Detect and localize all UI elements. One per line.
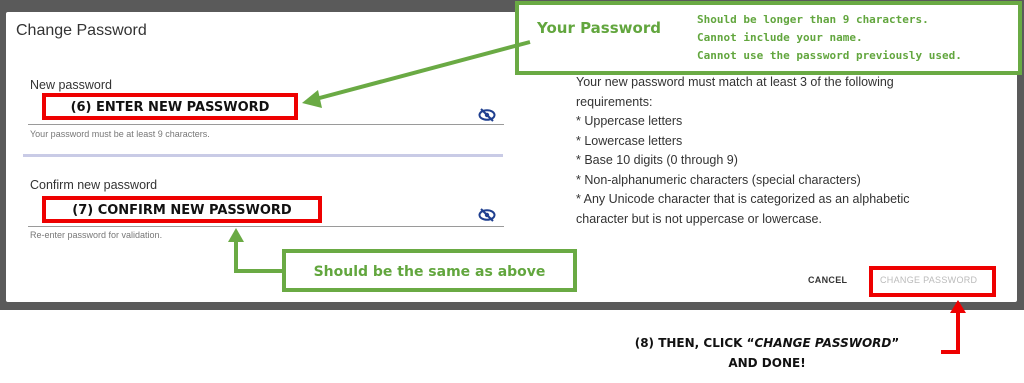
annotation-arrows xyxy=(228,40,966,354)
green-arrow-head xyxy=(302,90,322,108)
green-elbow-arrow-head xyxy=(228,228,244,242)
step8-suffix: ” xyxy=(891,336,900,350)
step8-instruction: (8) THEN, CLICK “CHANGE PASSWORD” AND DO… xyxy=(592,333,942,373)
red-elbow-arrow xyxy=(941,310,960,354)
step8-line2: AND DONE! xyxy=(728,356,806,370)
red-elbow-arrow-head xyxy=(950,300,966,313)
step8-prefix: (8) THEN, CLICK “ xyxy=(634,336,755,350)
green-elbow-arrow xyxy=(234,238,284,273)
green-arrow-line xyxy=(311,40,531,102)
step8-emphasis: CHANGE PASSWORD xyxy=(754,336,892,350)
